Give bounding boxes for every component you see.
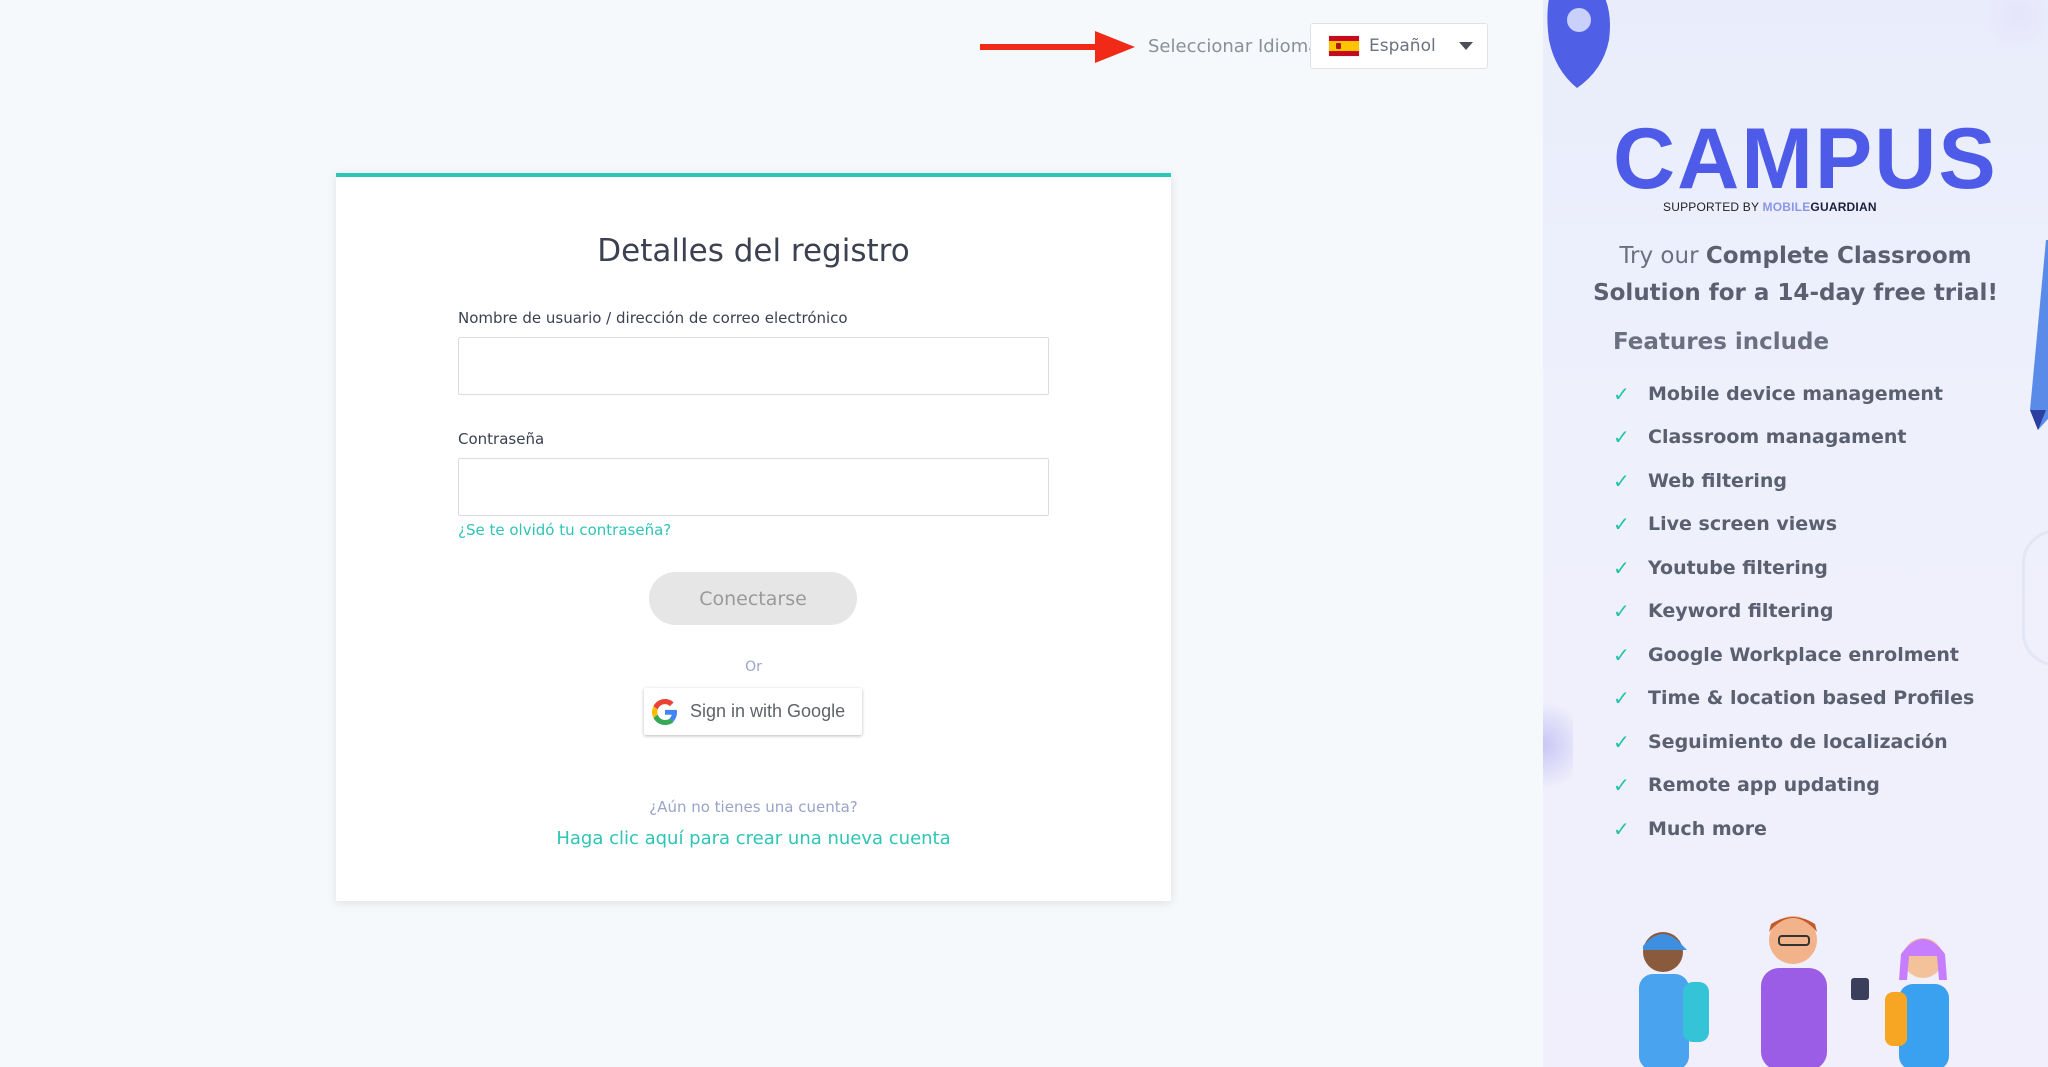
language-selected-value: Español	[1369, 36, 1436, 56]
list-item: ✓ Mobile device management	[1613, 381, 1943, 406]
decoration-blob	[1978, 0, 2048, 50]
language-select[interactable]: Español	[1310, 23, 1488, 69]
list-item: ✓ Classroom managament	[1613, 425, 1907, 450]
google-icon	[652, 698, 677, 725]
checkmark-icon: ✓	[1613, 381, 1630, 406]
features-heading: Features include	[1613, 329, 1830, 355]
checkmark-icon: ✓	[1613, 555, 1630, 580]
ring-decoration	[2022, 530, 2048, 666]
decoration-blob	[1543, 690, 1573, 800]
password-label: Contraseña	[458, 430, 545, 448]
or-divider: Or	[745, 659, 762, 675]
username-input[interactable]	[458, 337, 1049, 395]
trial-pre: Try our	[1619, 243, 1706, 269]
list-item: ✓ Remote app updating	[1613, 773, 1880, 798]
list-item: ✓ Time & location based Profiles	[1613, 686, 1975, 711]
list-item: ✓ Keyword filtering	[1613, 599, 1834, 624]
google-signin-button[interactable]: Sign in with Google	[644, 688, 862, 735]
chevron-down-icon	[1459, 42, 1473, 50]
list-item: ✓ Much more	[1613, 816, 1767, 841]
brand-guardian: GUARDIAN	[1810, 200, 1877, 214]
supported-by-line: SUPPORTED BY MOBILEGUARDIAN	[1663, 200, 1877, 214]
list-item: ✓ Seguimiento de localización	[1613, 729, 1948, 754]
page-title: Detalles del registro	[597, 233, 910, 269]
list-item: ✓ Youtube filtering	[1613, 555, 1828, 580]
checkmark-icon: ✓	[1613, 729, 1630, 754]
language-label: Seleccionar Idioma	[1148, 36, 1320, 57]
list-item: ✓ Google Workplace enrolment	[1613, 642, 1959, 667]
no-account-text: ¿Aún no tienes una cuenta?	[649, 798, 858, 816]
forgot-password-link[interactable]: ¿Se te olvidó tu contraseña?	[458, 521, 671, 539]
password-input[interactable]	[458, 458, 1049, 516]
feature-list: ✓ Mobile device management ✓ Classroom man…	[1613, 372, 1974, 851]
checkmark-icon: ✓	[1613, 816, 1630, 841]
map-pin-decoration-icon	[1547, 0, 1610, 88]
annotation-arrow-icon	[980, 31, 1135, 63]
connect-button[interactable]: Conectarse	[649, 572, 857, 625]
checkmark-icon: ✓	[1613, 468, 1630, 493]
spain-flag-icon	[1329, 36, 1359, 56]
student-characters-illustration	[1639, 916, 1949, 1067]
checkmark-icon: ✓	[1613, 599, 1630, 624]
checkmark-icon: ✓	[1613, 425, 1630, 450]
list-item: ✓ Live screen views	[1613, 512, 1838, 537]
brand-mobile: MOBILE	[1762, 200, 1811, 214]
checkmark-icon: ✓	[1613, 686, 1630, 711]
supported-by-text: SUPPORTED BY	[1663, 200, 1759, 214]
login-card: Detalles del registro Nombre de usuario …	[336, 173, 1171, 901]
checkmark-icon: ✓	[1613, 642, 1630, 667]
create-account-link[interactable]: Haga clic aquí para crear una nueva cuen…	[336, 828, 1171, 849]
checkmark-icon: ✓	[1613, 773, 1630, 798]
list-item: ✓ Web filtering	[1613, 468, 1787, 493]
username-label: Nombre de usuario / dirección de correo …	[458, 309, 848, 327]
trial-text: Try our Complete Classroom Solution for …	[1573, 238, 2018, 312]
logo-text: CAMPUS	[1613, 111, 1998, 207]
google-signin-label: Sign in with Google	[690, 701, 846, 721]
campus-logo: CAMPUS SUPPORTED BY MOBILEGUARDIAN	[1613, 111, 1998, 214]
promo-panel: CAMPUS SUPPORTED BY MOBILEGUARDIAN Try o…	[1543, 0, 2048, 1067]
checkmark-icon: ✓	[1613, 512, 1630, 537]
pencil-decoration-icon	[2030, 240, 2048, 430]
